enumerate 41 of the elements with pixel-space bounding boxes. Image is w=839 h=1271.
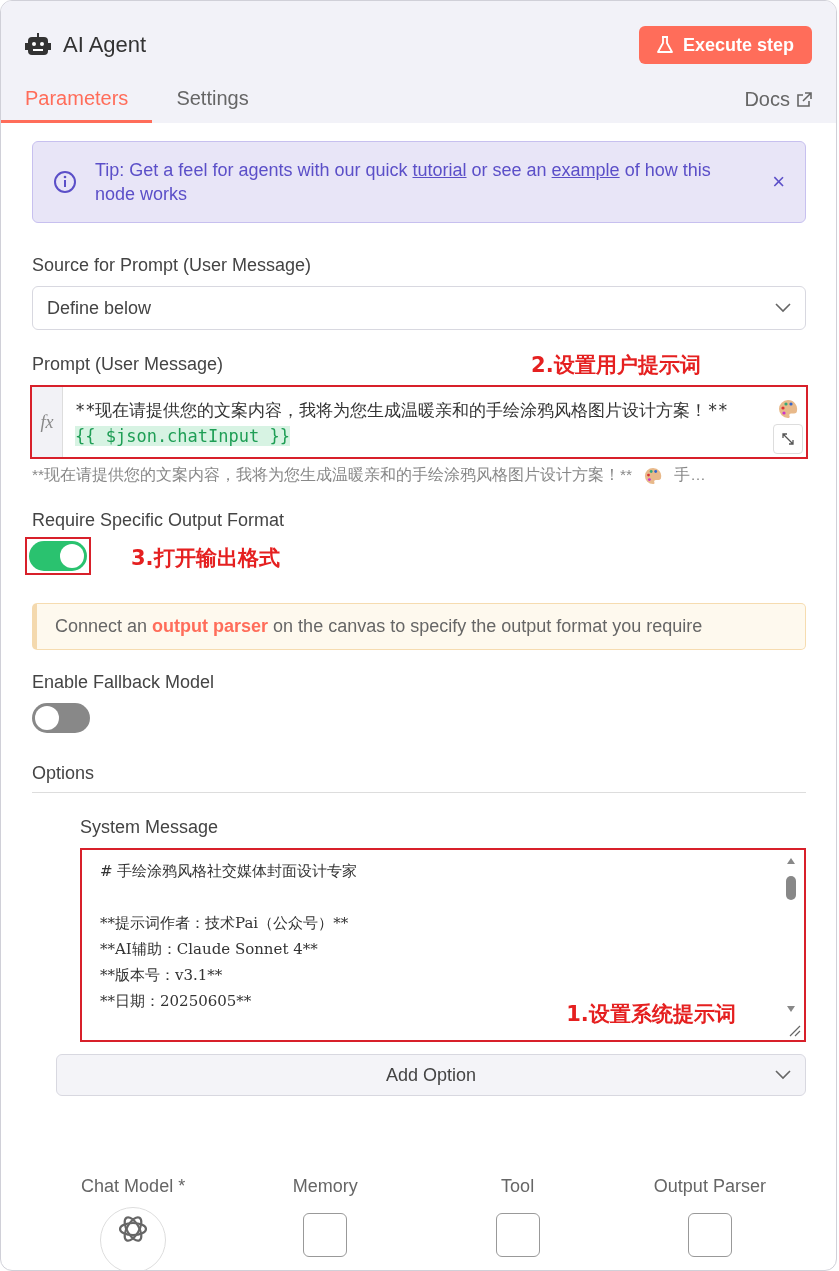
annotation-label: 2.设置用户提示词 — [531, 351, 701, 379]
add-connection-button[interactable] — [495, 1213, 540, 1257]
field-label: Prompt (User Message) — [32, 354, 224, 375]
field-label: System Message — [80, 817, 220, 838]
add-connection-button[interactable] — [687, 1213, 732, 1257]
connector-label: Chat Model * — [81, 1176, 186, 1197]
add-connection-button[interactable] — [303, 1213, 348, 1257]
field-label: Enable Fallback Model — [32, 672, 216, 693]
field-label: Require Specific Output Format — [32, 510, 286, 531]
toggle-switch[interactable] — [32, 703, 90, 733]
expression-marker: fx — [32, 387, 63, 457]
close-button[interactable]: × — [772, 169, 785, 195]
tab[interactable]: Settings — [152, 87, 273, 123]
palette-icon — [778, 399, 798, 419]
external-link-icon — [796, 91, 812, 108]
notice-text: Connect an output parser on the canvas to specify the output format you require — [32, 603, 806, 650]
add-option-button[interactable]: Add Option — [56, 1054, 806, 1096]
connector-label: Tool — [501, 1176, 535, 1197]
expand-icon — [782, 433, 794, 445]
tip-text: Tip: Get a feel for agents with our quick tutorial or see an example of how this node works — [95, 159, 712, 206]
info-icon — [53, 170, 77, 194]
system-message-field[interactable]: # 手绘涂鸦风格社交媒体封面设计专家 **提示词作者：技术Pai（公众号）** **AI辅助：Claude Sonnet 4** **版本号：v3.1** **日期：20250605** — [82, 850, 518, 1040]
prompt-input-field[interactable]: **现在请提供您的文案内容，我将为您生成温暖亲和的手绘涂鸦风格图片设计方案！** {{ $json.chatInput }} — [63, 387, 806, 457]
section-heading: Options — [32, 763, 806, 793]
annotation-label: 1.设置系统提示词 — [566, 1001, 736, 1028]
prompt-preview: **现在请提供您的文案内容，我将为您生成温暖亲和的手绘涂鸦风格图片设计方案！** — [32, 465, 633, 485]
docs-link[interactable]: Docs — [744, 88, 812, 123]
palette-icon — [644, 466, 663, 485]
annotation-label: 3.打开输出格式 — [131, 546, 280, 570]
chevron-down-icon — [775, 303, 791, 313]
expand-button[interactable] — [773, 424, 803, 454]
prompt-preview: 手… — [674, 465, 706, 485]
chevron-down-icon — [775, 1070, 791, 1080]
panel-title: AI Agent — [63, 32, 147, 58]
flask-icon — [656, 36, 673, 54]
field-label: Source for Prompt (User Message) — [32, 255, 313, 276]
connector-label: Memory — [292, 1176, 358, 1197]
execute-step-button[interactable]: Execute step — [638, 26, 812, 64]
robot-icon — [25, 33, 51, 57]
connector-label: Output Parser — [653, 1176, 766, 1197]
prompt-source-dropdown[interactable]: Define below — [32, 286, 806, 330]
